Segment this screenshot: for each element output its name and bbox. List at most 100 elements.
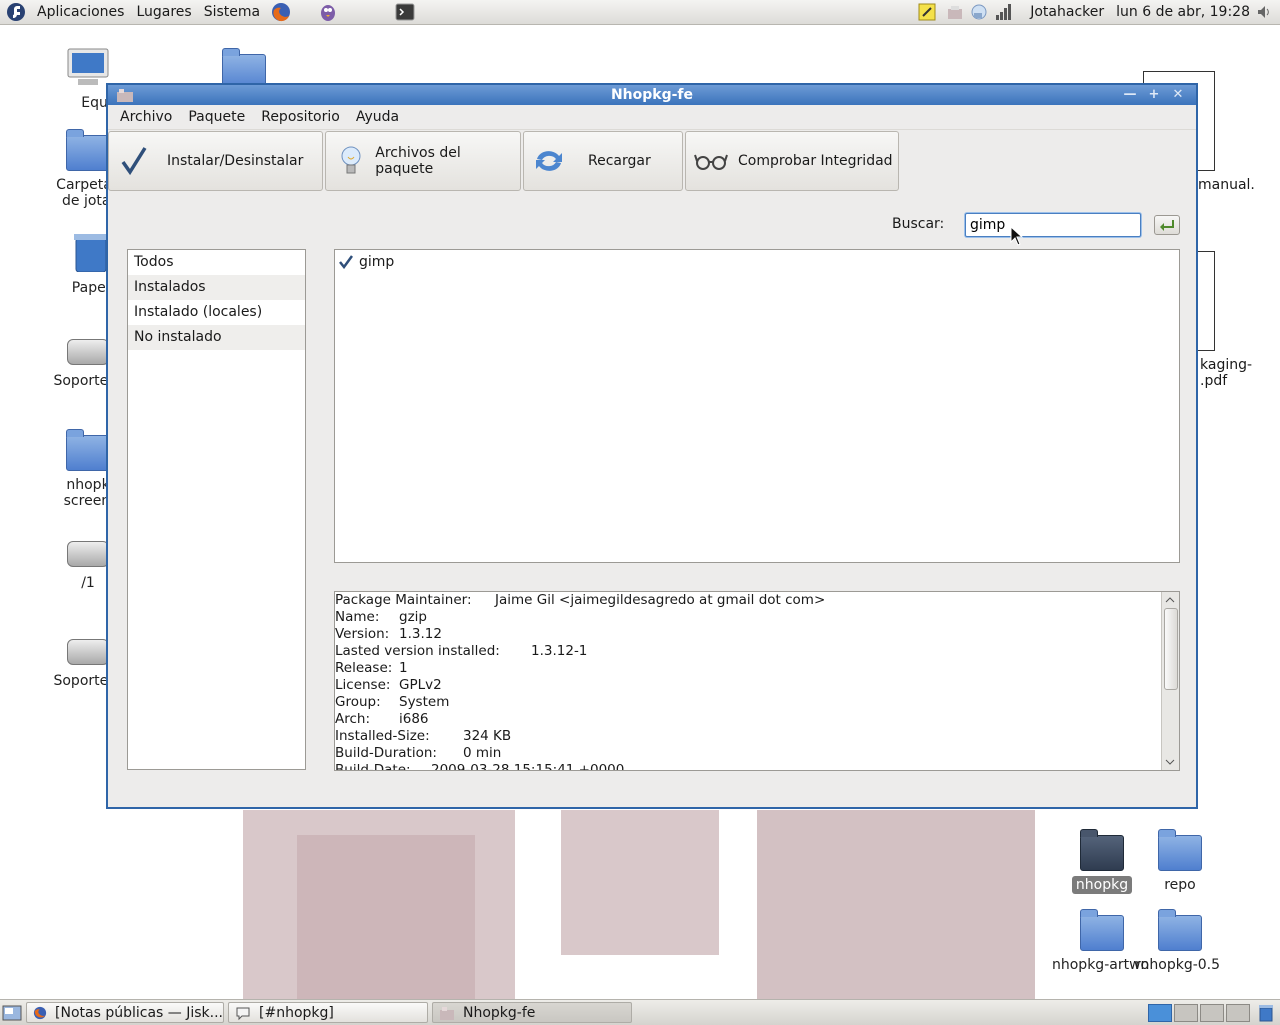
desktop-icon-label: .pdf: [1200, 373, 1228, 389]
menu-aplicaciones[interactable]: Aplicaciones: [31, 0, 130, 24]
detail-value: GPLv2: [399, 677, 442, 693]
scroll-thumb[interactable]: [1164, 608, 1178, 690]
desktop-icon-label: kaging-: [1200, 357, 1253, 373]
filter-item-todos[interactable]: Todos: [128, 250, 305, 275]
signal-strength-icon[interactable]: [994, 3, 1012, 21]
filter-list: Todos Instalados Instalado (locales) No …: [127, 249, 306, 770]
reload-button[interactable]: Recargar: [523, 131, 683, 191]
detail-key: Arch:: [335, 711, 371, 727]
clock[interactable]: lun 6 de abr, 19:28: [1116, 4, 1250, 20]
workspace-switcher: [1146, 1003, 1276, 1022]
show-desktop-icon[interactable]: [2, 1004, 22, 1022]
package-row[interactable]: gimp: [335, 250, 1179, 274]
workspace-4[interactable]: [1226, 1003, 1250, 1022]
desktop-icon-label: rnhopkg-0.5: [1135, 957, 1221, 973]
mouse-cursor-icon: [1010, 226, 1024, 246]
detail-line: Arch: i686: [335, 711, 1161, 728]
top-panel: Aplicaciones Lugares Sistema Jotahacker …: [0, 0, 1280, 25]
detail-value: 0 min: [463, 745, 502, 761]
minimize-button[interactable]: —: [1122, 87, 1138, 103]
detail-value: System: [399, 694, 450, 710]
details-text: Package Maintainer: Jaime Gil <jaimegilde…: [335, 592, 1161, 771]
search-label: Buscar:: [892, 216, 945, 232]
check-integrity-label: Comprobar Integridad: [738, 153, 893, 169]
detail-key: Installed-Size:: [335, 728, 430, 744]
detail-value: 2009-03-28 15:15:41 +0000: [431, 762, 625, 771]
detail-key: License:: [335, 677, 391, 693]
trash-applet-icon[interactable]: [1256, 1004, 1276, 1022]
detail-line: Lasted version installed: 1.3.12-1: [335, 643, 1161, 660]
folder-icon: [1080, 829, 1124, 871]
task-irc[interactable]: [#nhopkg]: [228, 1002, 428, 1023]
window-title: Nhopkg-fe: [610, 87, 694, 103]
close-button[interactable]: ✕: [1170, 87, 1186, 103]
install-uninstall-button[interactable]: Instalar/Desinstalar: [108, 131, 323, 191]
detail-value: gzip: [399, 609, 427, 625]
folder-icon: [1158, 829, 1202, 871]
computer-icon: [67, 48, 109, 85]
reload-icon: [532, 144, 566, 178]
filter-item-instalados[interactable]: Instalados: [128, 275, 305, 300]
menubar: Archivo Paquete Repositorio Ayuda: [108, 105, 1196, 130]
glasses-icon: [694, 144, 728, 178]
package-list: gimp: [334, 249, 1180, 563]
desktop-icon-nhopkg-05[interactable]: rnhopkg-0.5: [1125, 909, 1235, 973]
task-firefox[interactable]: [Notas públicas — Jisk...: [26, 1002, 224, 1023]
window-app-icon[interactable]: [116, 88, 134, 102]
hard-drive-icon: [67, 339, 109, 365]
package-icon: [440, 1006, 454, 1020]
window-titlebar[interactable]: Nhopkg-fe — + ✕: [108, 85, 1196, 105]
details-scrollbar[interactable]: [1161, 592, 1179, 770]
wallpaper-shape: [561, 810, 719, 955]
notes-icon[interactable]: [918, 3, 936, 21]
detail-line: Version: 1.3.12: [335, 626, 1161, 643]
search-input[interactable]: [965, 213, 1141, 237]
check-integrity-button[interactable]: Comprobar Integridad: [685, 131, 899, 191]
trash-icon: [74, 234, 108, 273]
detail-key: Name:: [335, 609, 380, 625]
task-nhopkg-fe[interactable]: Nhopkg-fe: [432, 1002, 632, 1023]
detail-key: Build-Date:: [335, 762, 411, 771]
firefox-launcher-icon[interactable]: [271, 2, 291, 22]
terminal-launcher-icon[interactable]: [395, 2, 415, 22]
task-label: [Notas públicas — Jisk...: [55, 1004, 223, 1021]
checkmark-icon: [117, 144, 151, 178]
folder-icon: [1158, 909, 1202, 951]
network-tray-icon[interactable]: [970, 3, 988, 21]
menu-paquete[interactable]: Paquete: [180, 109, 253, 125]
workspace-3[interactable]: [1200, 1003, 1224, 1022]
detail-key: Package Maintainer:: [335, 592, 472, 608]
installed-check-icon[interactable]: [339, 255, 353, 269]
filter-item-no-instalado[interactable]: No instalado: [128, 325, 305, 350]
volume-icon[interactable]: [1256, 3, 1274, 21]
package-details[interactable]: Package Maintainer: Jaime Gil <jaimegilde…: [334, 591, 1180, 771]
detail-line: Group: System: [335, 694, 1161, 711]
scroll-down-icon[interactable]: [1162, 756, 1178, 768]
search-go-button[interactable]: [1154, 215, 1180, 235]
menu-archivo[interactable]: Archivo: [112, 109, 180, 125]
workspace-1[interactable]: [1148, 1003, 1172, 1022]
menu-ayuda[interactable]: Ayuda: [348, 109, 407, 125]
detail-line: Release: 1: [335, 660, 1161, 677]
package-files-button[interactable]: Archivos del paquete: [325, 131, 521, 191]
pidgin-launcher-icon[interactable]: [318, 2, 338, 22]
user-name[interactable]: Jotahacker: [1030, 4, 1104, 20]
desktop-icon-label: nhopkg: [1071, 876, 1133, 894]
package-files-label: Archivos del paquete: [375, 145, 461, 177]
fedora-logo-icon[interactable]: [6, 2, 26, 22]
menu-lugares[interactable]: Lugares: [130, 0, 197, 24]
maximize-button[interactable]: +: [1146, 87, 1162, 103]
desktop-icon-label: manual.: [1198, 177, 1255, 193]
firefox-icon: [33, 1006, 47, 1019]
package-tray-icon[interactable]: [946, 3, 964, 21]
filter-item-instalado-locales[interactable]: Instalado (locales): [128, 300, 305, 325]
scroll-up-icon[interactable]: [1162, 594, 1178, 606]
detail-line: Build-Date: 2009-03-28 15:15:41 +0000: [335, 762, 1161, 771]
bottom-panel: [Notas públicas — Jisk... [#nhopkg] Nhop…: [0, 999, 1280, 1025]
desktop-icon-label: repo: [1164, 877, 1196, 893]
chat-icon: [236, 1007, 250, 1020]
workspace-2[interactable]: [1174, 1003, 1198, 1022]
desktop-icon-repo[interactable]: repo: [1125, 829, 1235, 893]
menu-sistema[interactable]: Sistema: [198, 0, 266, 24]
menu-repositorio[interactable]: Repositorio: [253, 109, 348, 125]
